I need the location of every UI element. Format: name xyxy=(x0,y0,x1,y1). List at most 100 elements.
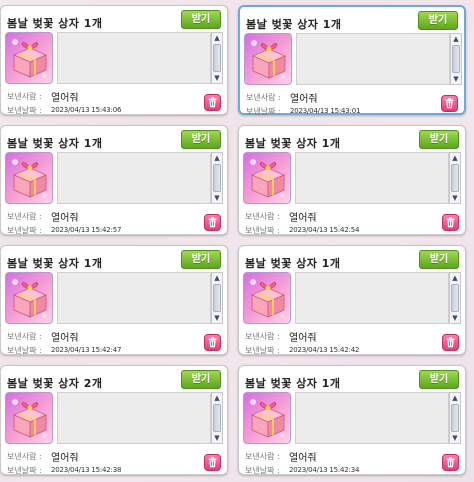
cherry-blossom-gift-box-icon xyxy=(5,152,53,204)
sent-date: 2023/04/13 15:42:34 xyxy=(289,466,360,474)
delete-button[interactable] xyxy=(441,95,458,112)
cherry-blossom-gift-box-icon xyxy=(5,32,53,84)
receive-button[interactable]: 받기 xyxy=(418,11,458,30)
mail-card[interactable]: 봄날 벚꽃 상자 1개 받기 ▲ ▼ 보낸사람 : 열어줘 보낸날짜 : 202… xyxy=(0,125,228,235)
scroll-thumb[interactable] xyxy=(213,44,221,72)
delete-button[interactable] xyxy=(442,214,459,231)
sender-name: 열어줘 xyxy=(289,453,317,464)
delete-button[interactable] xyxy=(204,454,221,471)
scroll-up-arrow-icon[interactable]: ▲ xyxy=(452,35,460,43)
delete-button[interactable] xyxy=(204,214,221,231)
mail-title: 봄날 벚꽃 상자 1개 xyxy=(246,18,342,31)
sender-label: 보낸사람 : xyxy=(7,452,42,461)
trash-icon xyxy=(208,337,217,348)
delete-button[interactable] xyxy=(442,334,459,351)
sent-date: 2023/04/13 15:43:06 xyxy=(51,106,122,114)
sender-label: 보낸사람 : xyxy=(245,332,280,341)
message-scrollbar[interactable]: ▲ ▼ xyxy=(211,152,223,204)
receive-button[interactable]: 받기 xyxy=(181,370,221,389)
trash-icon xyxy=(445,98,454,109)
receive-button[interactable]: 받기 xyxy=(181,10,221,29)
scroll-up-arrow-icon[interactable]: ▲ xyxy=(213,34,221,42)
sent-date: 2023/04/13 15:42:38 xyxy=(51,466,122,474)
delete-button[interactable] xyxy=(442,454,459,471)
scroll-up-arrow-icon[interactable]: ▲ xyxy=(451,274,459,282)
delete-button[interactable] xyxy=(204,334,221,351)
mail-title: 봄날 벚꽃 상자 1개 xyxy=(245,257,341,270)
scroll-thumb[interactable] xyxy=(451,404,459,432)
message-scrollbar[interactable]: ▲ ▼ xyxy=(211,32,223,84)
receive-button[interactable]: 받기 xyxy=(419,130,459,149)
sender-label: 보낸사람 : xyxy=(7,212,42,221)
mail-card[interactable]: 봄날 벚꽃 상자 1개 받기 ▲ ▼ 보낸사람 : 열어줘 보낸날짜 : 202… xyxy=(0,5,228,115)
message-scrollbar[interactable]: ▲ ▼ xyxy=(449,272,461,324)
scroll-thumb[interactable] xyxy=(451,164,459,192)
date-label: 보낸날짜 : xyxy=(246,107,281,116)
date-label: 보낸날짜 : xyxy=(7,226,42,235)
sent-date: 2023/04/13 15:42:57 xyxy=(51,226,122,234)
mail-card[interactable]: 봄날 벚꽃 상자 1개 받기 ▲ ▼ 보낸사람 : 열어줘 보낸날짜 : 202… xyxy=(0,245,228,355)
scroll-down-arrow-icon[interactable]: ▼ xyxy=(451,194,459,202)
mail-card[interactable]: 봄날 벚꽃 상자 1개 받기 ▲ ▼ 보낸사람 : 열어줘 보낸날짜 : 202… xyxy=(238,245,466,355)
receive-button[interactable]: 받기 xyxy=(419,250,459,269)
sender-name: 열어줘 xyxy=(51,93,79,104)
scroll-thumb[interactable] xyxy=(452,45,460,73)
scroll-down-arrow-icon[interactable]: ▼ xyxy=(213,434,221,442)
scroll-up-arrow-icon[interactable]: ▲ xyxy=(451,154,459,162)
receive-button[interactable]: 받기 xyxy=(419,370,459,389)
message-area xyxy=(295,152,449,204)
message-scrollbar[interactable]: ▲ ▼ xyxy=(449,392,461,444)
trash-icon xyxy=(446,217,455,228)
scroll-thumb[interactable] xyxy=(213,284,221,312)
message-area xyxy=(57,392,211,444)
scroll-thumb[interactable] xyxy=(213,404,221,432)
mail-card[interactable]: 봄날 벚꽃 상자 1개 받기 ▲ ▼ 보낸사람 : 열어줘 보낸날짜 : 202… xyxy=(238,5,466,116)
mail-card[interactable]: 봄날 벚꽃 상자 1개 받기 ▲ ▼ 보낸사람 : 열어줘 보낸날짜 : 202… xyxy=(238,365,466,475)
scroll-down-arrow-icon[interactable]: ▼ xyxy=(213,74,221,82)
scroll-down-arrow-icon[interactable]: ▼ xyxy=(452,75,460,83)
scroll-thumb[interactable] xyxy=(451,284,459,312)
scroll-down-arrow-icon[interactable]: ▼ xyxy=(451,434,459,442)
sender-label: 보낸사람 : xyxy=(246,93,281,102)
trash-icon xyxy=(208,97,217,108)
message-scrollbar[interactable]: ▲ ▼ xyxy=(450,33,462,85)
message-area xyxy=(57,152,211,204)
message-area xyxy=(296,33,450,85)
message-scrollbar[interactable]: ▲ ▼ xyxy=(211,272,223,324)
message-area xyxy=(295,392,449,444)
sender-name: 열어줘 xyxy=(289,213,317,224)
scroll-down-arrow-icon[interactable]: ▼ xyxy=(213,314,221,322)
mail-title: 봄날 벚꽃 상자 1개 xyxy=(245,137,341,150)
sender-label: 보낸사람 : xyxy=(245,212,280,221)
mail-title: 봄날 벚꽃 상자 1개 xyxy=(7,257,103,270)
mail-title: 봄날 벚꽃 상자 1개 xyxy=(7,17,103,30)
receive-button[interactable]: 받기 xyxy=(181,130,221,149)
receive-button[interactable]: 받기 xyxy=(181,250,221,269)
delete-button[interactable] xyxy=(204,94,221,111)
date-label: 보낸날짜 : xyxy=(7,346,42,355)
message-area xyxy=(57,32,211,84)
sender-label: 보낸사람 : xyxy=(7,92,42,101)
scroll-up-arrow-icon[interactable]: ▲ xyxy=(213,154,221,162)
message-scrollbar[interactable]: ▲ ▼ xyxy=(449,152,461,204)
trash-icon xyxy=(446,457,455,468)
sender-label: 보낸사람 : xyxy=(7,332,42,341)
scroll-down-arrow-icon[interactable]: ▼ xyxy=(213,194,221,202)
sent-date: 2023/04/13 15:42:42 xyxy=(289,346,360,354)
message-scrollbar[interactable]: ▲ ▼ xyxy=(211,392,223,444)
scroll-down-arrow-icon[interactable]: ▼ xyxy=(451,314,459,322)
sent-date: 2023/04/13 15:42:54 xyxy=(289,226,360,234)
trash-icon xyxy=(446,337,455,348)
sent-date: 2023/04/13 15:43:01 xyxy=(290,107,361,115)
mail-card[interactable]: 봄날 벚꽃 상자 1개 받기 ▲ ▼ 보낸사람 : 열어줘 보낸날짜 : 202… xyxy=(238,125,466,235)
cherry-blossom-gift-box-icon xyxy=(244,33,292,85)
message-area xyxy=(295,272,449,324)
cherry-blossom-gift-box-icon xyxy=(5,272,53,324)
mail-card[interactable]: 봄날 벚꽃 상자 2개 받기 ▲ ▼ 보낸사람 : 열어줘 보낸날짜 : 202… xyxy=(0,365,228,475)
cherry-blossom-gift-box-icon xyxy=(243,392,291,444)
scroll-thumb[interactable] xyxy=(213,164,221,192)
scroll-up-arrow-icon[interactable]: ▲ xyxy=(213,274,221,282)
date-label: 보낸날짜 : xyxy=(245,466,280,475)
scroll-up-arrow-icon[interactable]: ▲ xyxy=(213,394,221,402)
scroll-up-arrow-icon[interactable]: ▲ xyxy=(451,394,459,402)
